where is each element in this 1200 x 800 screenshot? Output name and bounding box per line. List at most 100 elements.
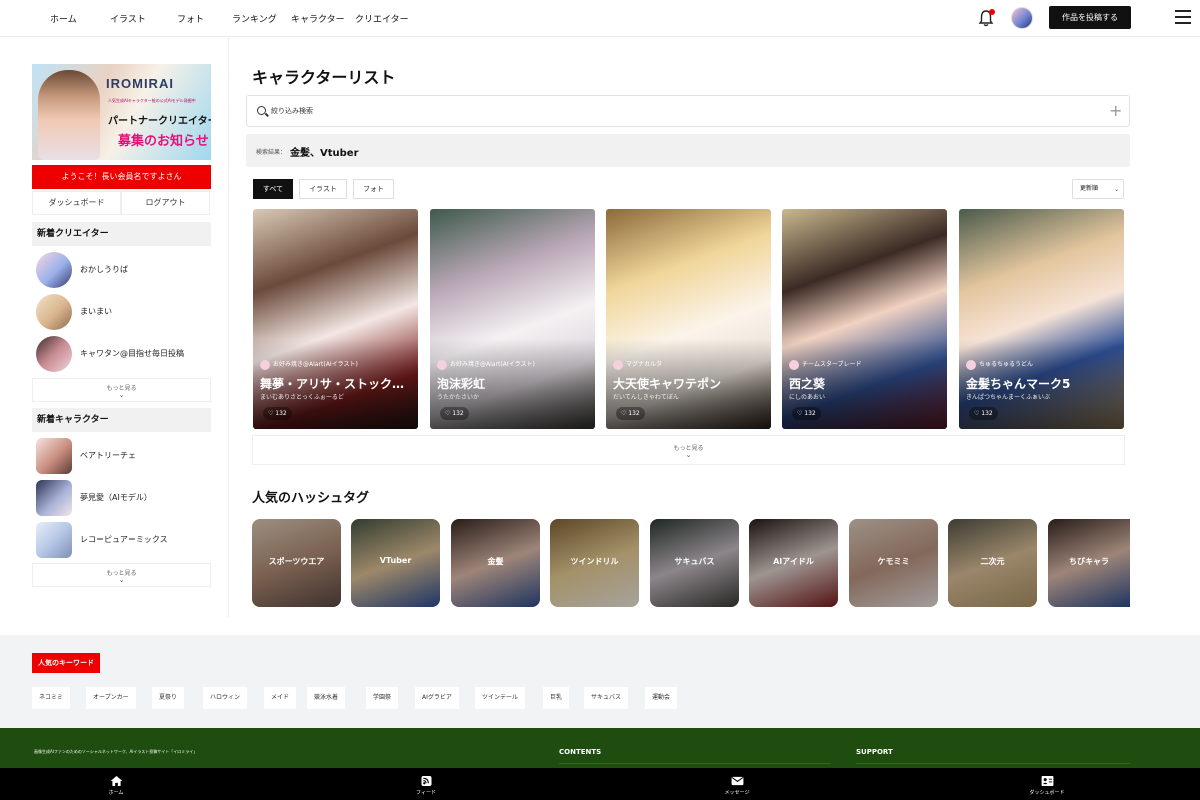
envelope-icon bbox=[731, 776, 743, 786]
character-thumbnail bbox=[36, 480, 72, 516]
card-reading: きんぱつちゃんまーくふぁいぶ bbox=[966, 394, 1051, 401]
hashtag-heading: 人気のハッシュタグ bbox=[252, 491, 370, 506]
sidebar-divider bbox=[228, 37, 229, 617]
hashtag-label: ちびキャラ bbox=[1069, 557, 1109, 566]
hashtag-label: 金髪 bbox=[487, 557, 504, 566]
keyword-chip[interactable]: 学園祭 bbox=[366, 687, 399, 709]
banner-model-image bbox=[38, 70, 100, 160]
bottom-nav-dashboard[interactable]: ダッシュボード bbox=[1007, 768, 1087, 800]
bottom-nav-home[interactable]: ホーム bbox=[76, 768, 156, 800]
hashtag-tile[interactable]: ツインドリル bbox=[550, 519, 639, 607]
search-input[interactable] bbox=[271, 103, 1091, 119]
hashtag-tile[interactable]: ケモミミ bbox=[849, 519, 938, 607]
hamburger-menu-icon[interactable] bbox=[1175, 10, 1191, 24]
logout-button[interactable]: ログアウト bbox=[121, 191, 210, 215]
filter-all[interactable]: すべて bbox=[253, 179, 293, 199]
keyword-chip[interactable]: サキュバス bbox=[584, 687, 629, 709]
keyword-chip[interactable]: ハロウィン bbox=[203, 687, 248, 709]
character-thumbnail bbox=[36, 438, 72, 474]
card-likes[interactable]: ♡ 132 bbox=[263, 407, 292, 420]
hashtag-label: VTuber bbox=[379, 556, 412, 565]
hashtag-label: ケモミミ bbox=[877, 557, 910, 566]
search-box[interactable]: + bbox=[246, 95, 1130, 127]
card-likes[interactable]: ♡ 132 bbox=[616, 407, 645, 420]
search-result-bar: 検索結果： 金髪、Vtuber bbox=[246, 134, 1130, 167]
creator-name: おかしうりば bbox=[80, 265, 128, 274]
site-footer: 画像生成AIファンのためのソーシャルネットワーク、AIイラスト投稿サイト「イロミ… bbox=[0, 728, 1200, 768]
footer-support-heading: SUPPORT bbox=[856, 748, 893, 756]
card-likes[interactable]: ♡ 132 bbox=[440, 407, 469, 420]
keyword-chip[interactable]: AIグラビア bbox=[415, 687, 459, 709]
card-title: 西之葵 bbox=[789, 377, 826, 391]
card-likes[interactable]: ♡ 132 bbox=[969, 407, 998, 420]
keyword-chip[interactable]: ツインテール bbox=[475, 687, 526, 709]
dashboard-button[interactable]: ダッシュボード bbox=[32, 191, 121, 215]
character-card[interactable]: ちゅるちゅるうどん 金髪ちゃんマーク5 きんぱつちゃんまーくふぁいぶ ♡ 132 bbox=[959, 209, 1124, 429]
character-card[interactable]: マグナカルタ 大天使キャワテポン だいてんしきゃわてぽん ♡ 132 bbox=[606, 209, 771, 429]
card-title: 泡沫彩虹 bbox=[437, 377, 486, 391]
id-card-icon bbox=[1041, 776, 1053, 786]
bottom-nav-feed[interactable]: フィード bbox=[386, 768, 466, 800]
hashtag-tile[interactable]: ちびキャラ bbox=[1048, 519, 1130, 607]
keyword-chip[interactable]: 巨乳 bbox=[543, 687, 570, 709]
creator-item[interactable]: おかしうりば bbox=[36, 252, 211, 288]
nav-ranking[interactable]: ランキング bbox=[232, 12, 277, 25]
keywords-heading: 人気のキーワード bbox=[32, 653, 100, 673]
card-likes[interactable]: ♡ 132 bbox=[792, 407, 821, 420]
character-item[interactable]: 夢見愛（AIモデル） bbox=[36, 480, 211, 516]
nav-creator[interactable]: クリエイター bbox=[355, 12, 409, 25]
hashtag-tile[interactable]: サキュバス bbox=[650, 519, 739, 607]
partner-creator-banner[interactable]: IROMIRAI 人気生成AIキャラクター絵の公式AIモデル発掘中 パートナーク… bbox=[32, 64, 211, 160]
nav-photo[interactable]: フォト bbox=[177, 12, 204, 25]
like-count: 132 bbox=[981, 410, 993, 417]
hashtag-tile[interactable]: スポーツウエア bbox=[252, 519, 341, 607]
more-characters-main-button[interactable]: もっと見る ⌄ bbox=[252, 435, 1125, 465]
like-count: 132 bbox=[628, 410, 640, 417]
bottom-nav-message[interactable]: メッセージ bbox=[697, 768, 777, 800]
like-count: 132 bbox=[275, 410, 287, 417]
card-creator: お好み焼き@AIart(AIイラスト) bbox=[260, 359, 410, 370]
nav-character[interactable]: キャラクター bbox=[291, 12, 345, 25]
top-nav-bar: ホーム イラスト フォト ランキング キャラクター クリエイター 作品を投稿する bbox=[0, 0, 1200, 37]
creator-item[interactable]: キャワタン@目指せ毎日投稿 bbox=[36, 336, 211, 372]
character-card[interactable]: チームスターブレード 西之葵 にしのあおい ♡ 132 bbox=[782, 209, 947, 429]
hashtag-tile[interactable]: 二次元 bbox=[948, 519, 1037, 607]
user-avatar[interactable] bbox=[1011, 7, 1033, 29]
creator-item[interactable]: まいまい bbox=[36, 294, 211, 330]
post-work-button[interactable]: 作品を投稿する bbox=[1049, 6, 1131, 29]
keyword-chip[interactable]: オープンカー bbox=[86, 687, 136, 709]
character-card[interactable]: お好み焼き@AIart(AIイラスト) 泡沫彩虹 うたかたさいか ♡ 132 bbox=[430, 209, 595, 429]
filter-illust[interactable]: イラスト bbox=[299, 179, 347, 199]
keyword-chip[interactable]: ネコミミ bbox=[32, 687, 70, 709]
bottom-nav-label: フィード bbox=[416, 790, 436, 796]
new-characters-heading: 新着キャラクター bbox=[32, 408, 211, 432]
hashtag-label: AIアイドル bbox=[773, 557, 814, 566]
card-creator-name: お好み焼き@AIart(AIイラスト) bbox=[450, 361, 535, 368]
filter-photo[interactable]: フォト bbox=[353, 179, 394, 199]
creator-avatar bbox=[437, 359, 447, 370]
character-item[interactable]: レコ＝ピュア＝ミックス bbox=[36, 522, 211, 558]
keyword-chip[interactable]: 運動会 bbox=[645, 687, 678, 709]
card-title: 舞夢・アリサ・ストックホルム bbox=[260, 377, 412, 391]
hashtag-tile[interactable]: AIアイドル bbox=[749, 519, 838, 607]
card-creator: チームスターブレード bbox=[789, 359, 939, 370]
banner-subtitle: 人気生成AIキャラクター絵の公式AIモデル発掘中 bbox=[108, 98, 196, 103]
card-creator: マグナカルタ bbox=[613, 359, 763, 370]
plus-icon[interactable]: + bbox=[1109, 102, 1122, 120]
nav-home[interactable]: ホーム bbox=[50, 12, 77, 25]
character-card[interactable]: お好み焼き@AIart(AIイラスト) 舞夢・アリサ・ストックホルム まいむあり… bbox=[253, 209, 418, 429]
creator-name: キャワタン@目指せ毎日投稿 bbox=[80, 349, 184, 358]
keyword-chip[interactable]: 競泳水着 bbox=[307, 687, 346, 709]
card-creator: お好み焼き@AIart(AIイラスト) bbox=[437, 359, 587, 370]
keyword-chip[interactable]: 夏祭り bbox=[152, 687, 185, 709]
creator-avatar bbox=[36, 336, 72, 372]
hashtag-tile[interactable]: VTuber bbox=[351, 519, 440, 607]
bottom-nav-label: メッセージ bbox=[724, 790, 750, 796]
hashtag-tile[interactable]: 金髪 bbox=[451, 519, 540, 607]
more-creators-button[interactable]: もっと見る ⌄ bbox=[32, 378, 211, 402]
character-item[interactable]: ベアトリーチェ bbox=[36, 438, 211, 474]
sort-select[interactable]: 更新順 ⌄ bbox=[1072, 179, 1124, 199]
nav-illust[interactable]: イラスト bbox=[110, 12, 146, 25]
keyword-chip[interactable]: メイド bbox=[264, 687, 297, 709]
more-characters-button[interactable]: もっと見る ⌄ bbox=[32, 563, 211, 587]
